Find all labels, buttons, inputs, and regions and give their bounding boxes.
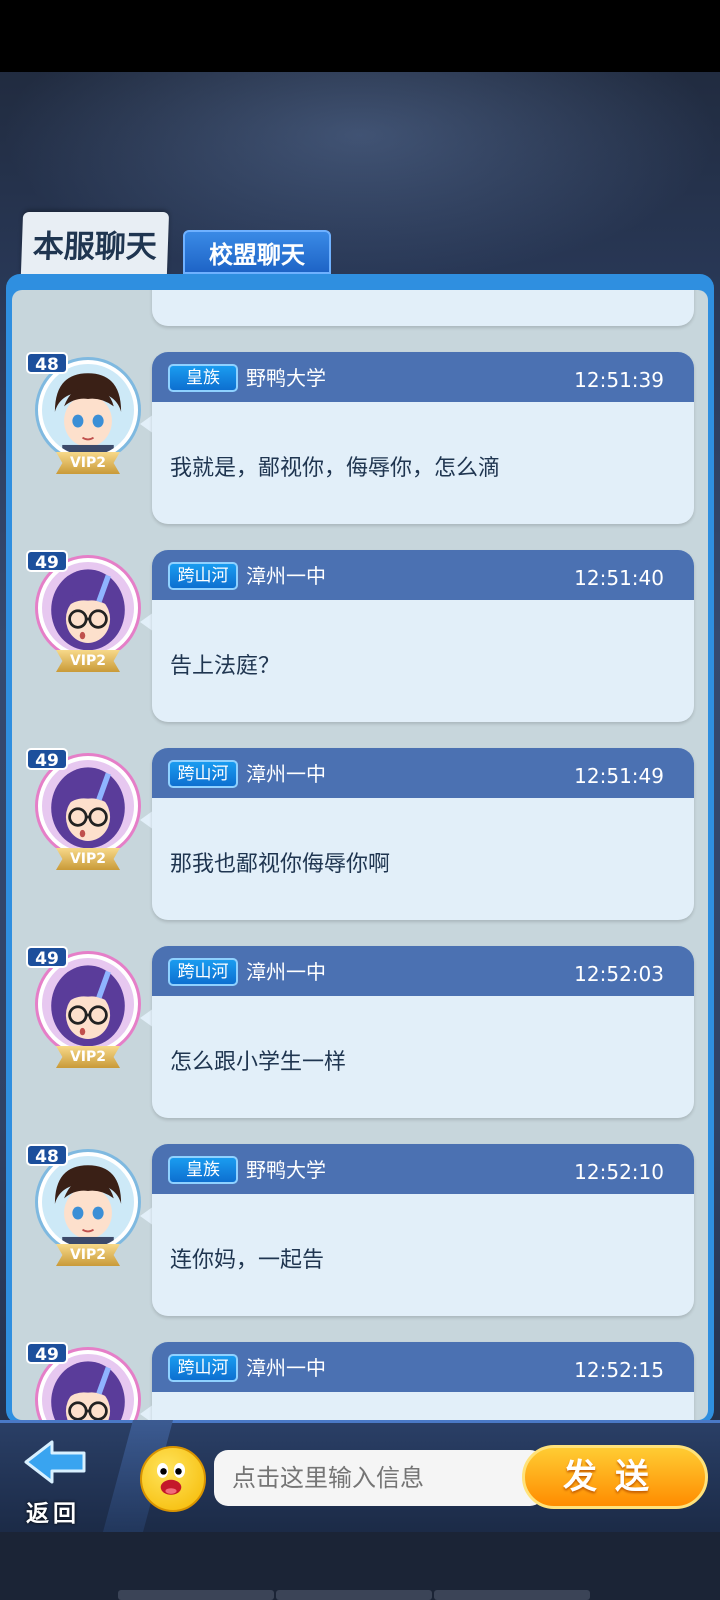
emoji-icon[interactable] — [140, 1446, 206, 1512]
message-time: 12:51:49 — [574, 764, 664, 788]
player-avatar-group[interactable]: 49 VIP2 — [26, 748, 150, 878]
message-time: 12:51:39 — [574, 368, 664, 392]
chat-message: 49 VIP2 跨山河 漳州一中 12:52:03 怎么跟小学生一样 — [12, 946, 708, 1126]
level-badge: 48 — [26, 352, 68, 375]
nav-segment — [434, 1590, 590, 1600]
message-header: 跨山河 漳州一中 12:52:03 — [152, 946, 694, 996]
player-title-badge[interactable]: 跨山河 — [168, 760, 238, 788]
send-button[interactable]: 发送 — [522, 1445, 708, 1509]
message-header: 皇族 野鸭大学 12:51:39 — [152, 352, 694, 402]
message-header: 跨山河 漳州一中 12:52:15 — [152, 1342, 694, 1392]
player-title-badge[interactable]: 跨山河 — [168, 958, 238, 986]
player-title-badge[interactable]: 皇族 — [168, 1156, 238, 1184]
message-text: 怎么跟小学生一样 — [170, 1050, 347, 1075]
school-name: 漳州一中 — [246, 564, 326, 588]
player-title-badge[interactable]: 皇族 — [168, 364, 238, 392]
level-badge: 49 — [26, 1342, 68, 1365]
player-title-badge[interactable]: 跨山河 — [168, 1354, 238, 1382]
message-time: 12:52:03 — [574, 962, 664, 986]
message-header: 皇族 野鸭大学 12:52:10 — [152, 1144, 694, 1194]
school-name: 野鸭大学 — [246, 366, 326, 390]
previous-message-fragment — [152, 290, 694, 326]
school-name: 漳州一中 — [246, 762, 326, 786]
vip-badge: VIP2 — [56, 1244, 120, 1266]
player-avatar-group[interactable]: 49 VIP2 — [26, 550, 150, 680]
message-header: 跨山河 漳州一中 12:51:49 — [152, 748, 694, 798]
message-bubble: 跨山河 漳州一中 12:51:49 那我也鄙视你侮辱你啊 — [152, 748, 694, 920]
chat-panel[interactable]: 48 VIP2 皇族 野鸭大学 12:51:39 我就是，鄙视你，侮辱你，怎么滴 49 VIP… — [12, 290, 708, 1420]
vip-badge: VIP2 — [56, 650, 120, 672]
chat-message: 48 VIP2 皇族 野鸭大学 12:52:10 连你妈，一起告 — [12, 1144, 708, 1324]
player-avatar-group[interactable]: 48 VIP2 — [26, 352, 150, 482]
player-avatar-group[interactable]: 49 VIP2 — [26, 946, 150, 1076]
level-badge: 49 — [26, 748, 68, 771]
message-bubble: 跨山河 漳州一中 12:52:15 — [152, 1342, 694, 1420]
vip-badge: VIP2 — [56, 452, 120, 474]
player-avatar-group[interactable]: 48 VIP2 — [26, 1144, 150, 1274]
school-name: 野鸭大学 — [246, 1158, 326, 1182]
back-button[interactable]: 返回 — [14, 1438, 104, 1528]
message-text: 我就是，鄙视你，侮辱你，怎么滴 — [170, 456, 501, 481]
message-bubble: 跨山河 漳州一中 12:52:03 怎么跟小学生一样 — [152, 946, 694, 1118]
message-bubble: 皇族 野鸭大学 12:51:39 我就是，鄙视你，侮辱你，怎么滴 — [152, 352, 694, 524]
message-text: 告上法庭？ — [170, 654, 281, 679]
vip-badge: VIP2 — [56, 848, 120, 870]
nav-segment — [118, 1590, 274, 1600]
nav-segment — [276, 1590, 432, 1600]
back-label: 返回 — [26, 1501, 80, 1527]
back-arrow-icon — [24, 1440, 86, 1484]
school-name: 漳州一中 — [246, 960, 326, 984]
message-header: 跨山河 漳州一中 12:51:40 — [152, 550, 694, 600]
message-time: 12:52:15 — [574, 1358, 664, 1382]
message-bubble: 皇族 野鸭大学 12:52:10 连你妈，一起告 — [152, 1144, 694, 1316]
tab-alliance-chat[interactable]: 校盟聊天 — [183, 230, 331, 274]
tab-server-chat[interactable]: 本服聊天 — [20, 212, 170, 274]
level-badge: 49 — [26, 946, 68, 969]
chat-message: 49 VIP2 跨山河 漳州一中 12:51:40 告上法庭？ — [12, 550, 708, 730]
message-time: 12:52:10 — [574, 1160, 664, 1184]
chat-message: 48 VIP2 皇族 野鸭大学 12:51:39 我就是，鄙视你，侮辱你，怎么滴 — [12, 352, 708, 532]
player-avatar-group[interactable]: 49VIP2 — [26, 1342, 150, 1420]
message-input[interactable] — [214, 1450, 544, 1506]
chat-message: 49VIP2 跨山河漳州一中 12:52:15 — [12, 1342, 708, 1420]
vip-badge: VIP2 — [56, 1046, 120, 1068]
school-name: 漳州一中 — [246, 1356, 326, 1380]
level-badge: 49 — [26, 550, 68, 573]
level-badge: 48 — [26, 1144, 68, 1167]
chat-message: 49 VIP2 跨山河 漳州一中 12:51:49 那我也鄙视你侮辱你啊 — [12, 748, 708, 928]
message-time: 12:51:40 — [574, 566, 664, 590]
message-bubble: 跨山河 漳州一中 12:51:40 告上法庭？ — [152, 550, 694, 722]
status-bar — [0, 0, 720, 72]
message-text: 连你妈，一起告 — [170, 1248, 325, 1273]
player-title-badge[interactable]: 跨山河 — [168, 562, 238, 590]
message-text: 那我也鄙视你侮辱你啊 — [170, 852, 391, 877]
